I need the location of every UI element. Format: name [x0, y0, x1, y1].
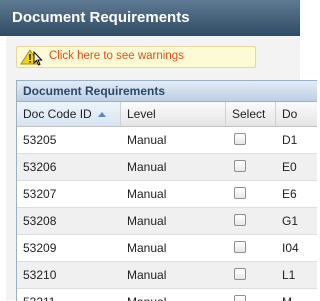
level-cell: Manual [127, 268, 167, 282]
grid-header: Doc Code ID Level Select Do [17, 102, 317, 127]
document-cell: E6 [282, 187, 297, 201]
doc-code-id-cell: 53207 [23, 187, 57, 201]
table-row[interactable]: 53207 Manual E6 [17, 181, 317, 208]
column-header-document[interactable]: Do [276, 102, 317, 126]
table-row[interactable]: 53210 Manual L1 [17, 262, 317, 289]
doc-code-id-cell: 53208 [23, 214, 57, 228]
document-cell: M [276, 289, 317, 301]
level-cell: Manual [127, 160, 167, 174]
doc-code-id-cell: 53209 [23, 241, 57, 255]
table-row[interactable]: 53208 Manual G1 [17, 208, 317, 235]
select-checkbox[interactable] [234, 133, 246, 145]
level-cell: Manual [121, 289, 226, 301]
level-cell: Manual [127, 133, 167, 147]
document-requirements-grid: Document Requirements Doc Code ID Level … [16, 80, 317, 301]
doc-code-id-cell: 53211 [17, 289, 121, 301]
page-title: Document Requirements [12, 9, 190, 26]
table-row[interactable]: 53206 Manual E0 [17, 154, 317, 181]
column-header-doc-code-id[interactable]: Doc Code ID [17, 102, 121, 126]
document-cell: I04 [282, 241, 299, 255]
table-row[interactable]: 53209 Manual I04 [17, 235, 317, 262]
select-checkbox[interactable] [234, 187, 246, 199]
select-checkbox[interactable] [234, 241, 246, 253]
doc-code-id-cell: 53205 [23, 133, 57, 147]
document-cell: L1 [282, 268, 296, 282]
column-header-select[interactable]: Select [226, 102, 276, 126]
select-checkbox[interactable] [234, 295, 246, 301]
table-row[interactable]: 53205 Manual D1 [17, 127, 317, 154]
document-cell: G1 [282, 214, 299, 228]
grid-title: Document Requirements [17, 81, 317, 102]
doc-code-id-cell: 53210 [23, 268, 57, 282]
grid-body: 53205 Manual D1 53206 Manual E0 53207 Manual E6 5… [17, 127, 317, 301]
level-cell: Manual [127, 187, 167, 201]
warnings-link[interactable]: Click here to see warnings [49, 50, 184, 62]
column-header-level[interactable]: Level [121, 102, 226, 126]
doc-code-id-cell: 53206 [23, 160, 57, 174]
mouse-pointer-icon [33, 51, 43, 66]
level-cell: Manual [127, 241, 167, 255]
warnings-banner[interactable]: Click here to see warnings [16, 46, 256, 68]
sort-ascending-icon [97, 112, 106, 117]
document-cell: D1 [282, 133, 298, 147]
select-checkbox[interactable] [234, 214, 246, 226]
level-cell: Manual [127, 214, 167, 228]
table-row[interactable]: 53211Manual M [17, 289, 317, 301]
document-cell: E0 [282, 160, 297, 174]
title-bar: Document Requirements [0, 0, 300, 36]
select-checkbox[interactable] [234, 268, 246, 280]
select-checkbox[interactable] [234, 160, 246, 172]
